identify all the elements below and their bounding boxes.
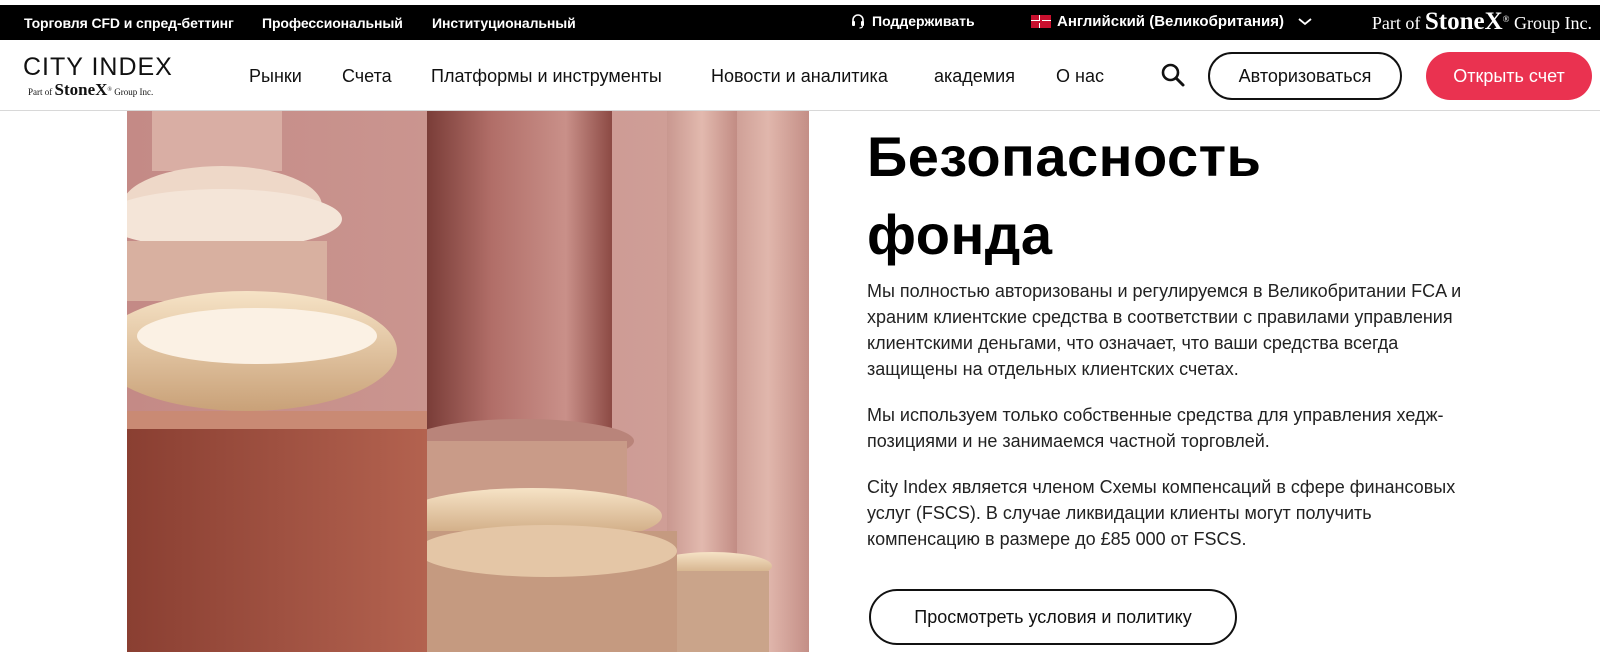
language-label: Английский (Великобритания) [1057,13,1284,30]
paragraph-fca: Мы полностью авторизованы и регулируемся… [867,281,1462,379]
nav-accounts[interactable]: Счета [342,66,392,87]
logo-sub-prefix: Part of [28,87,53,97]
topbar-link-institutional[interactable]: Институциональный [432,15,576,31]
stonex-brand: StoneX [1424,8,1503,35]
search-icon[interactable] [1160,62,1186,88]
paragraph-fscs: City Index является членом Схемы компенс… [867,477,1456,549]
nav-news[interactable]: Новости и аналитика [711,66,888,87]
topbar-link-professional[interactable]: Профессиональный [262,15,403,31]
logo-title: CITY INDEX [23,53,173,81]
city-index-logo[interactable]: CITY INDEX Part of StoneX® Group Inc. [23,54,173,100]
login-button[interactable]: Авторизоваться [1208,52,1402,100]
paragraph-hedging: Мы используем только собственные средств… [867,405,1444,451]
main-header: CITY INDEX Part of StoneX® Group Inc. Ры… [0,40,1600,111]
page-title-line2: фонда [867,203,1053,266]
logo-subtitle: Part of StoneX® Group Inc. [28,80,154,99]
topbar-link-cfd[interactable]: Торговля CFD и спред-беттинг [24,15,234,31]
utility-bar: Торговля CFD и спред-беттинг Профессиона… [0,0,1600,40]
support-label: Поддерживать [872,13,975,29]
page-title: Безопасность фонда [867,118,1467,274]
language-selector[interactable]: Английский (Великобритания) [1031,13,1312,30]
nav-about[interactable]: О нас [1056,66,1104,87]
stonex-group-logo[interactable]: Part of StoneX® Group Inc. [1372,8,1592,36]
page-title-line1: Безопасность [867,125,1262,188]
logo-sub-suffix: Group Inc. [114,87,154,97]
view-terms-button[interactable]: Просмотреть условия и политику [869,589,1237,645]
nav-markets[interactable]: Рынки [249,66,302,87]
nav-academy[interactable]: академия [934,66,1015,87]
nav-platforms[interactable]: Платформы и инструменты [431,66,662,87]
uk-flag-icon [1031,15,1051,28]
headset-icon [852,14,864,29]
chevron-down-icon [1298,17,1312,25]
support-link[interactable]: Поддерживать [850,13,975,29]
stonex-prefix: Part of [1371,13,1421,33]
stonex-suffix: Group Inc. [1514,13,1592,33]
columns-illustration [127,111,809,652]
logo-sub-brand: StoneX [54,80,108,99]
open-account-button[interactable]: Открыть счет [1426,52,1592,100]
hero-columns-image [127,111,809,652]
